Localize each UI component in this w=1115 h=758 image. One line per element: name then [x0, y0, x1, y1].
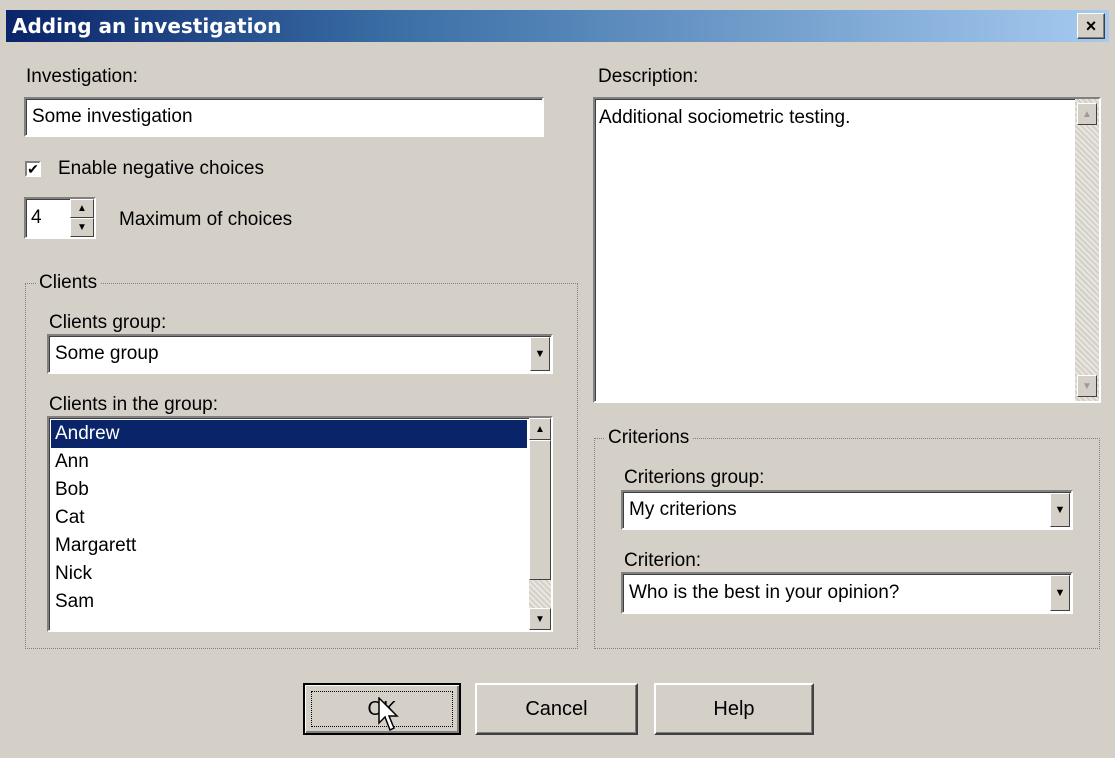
criterion-value: Who is the best in your opinion? [629, 582, 900, 603]
scroll-up-button[interactable]: ▲ [1077, 103, 1097, 125]
close-button[interactable]: × [1077, 13, 1105, 39]
list-item-bob[interactable]: Bob [51, 476, 527, 504]
scroll-up-button[interactable]: ▲ [529, 418, 551, 440]
description-label: Description: [598, 66, 699, 87]
dropdown-button[interactable]: ▼ [530, 337, 550, 371]
arrow-up-icon: ▲ [77, 203, 87, 214]
dropdown-button[interactable]: ▼ [1050, 575, 1070, 611]
dropdown-button[interactable]: ▼ [1050, 493, 1070, 527]
arrow-up-icon: ▲ [1082, 108, 1092, 120]
dialog-window: Adding an investigation × Investigation:… [0, 0, 1115, 758]
arrow-up-icon: ▲ [535, 423, 545, 435]
spin-up-button[interactable]: ▲ [70, 199, 94, 218]
checkmark-icon: ✔ [27, 161, 39, 177]
clients-scrollbar[interactable]: ▲ ▼ [529, 418, 551, 630]
clients-listbox[interactable]: Andrew Ann Bob Cat Margarett Nick Sam ▲ … [47, 416, 553, 632]
criterions-group-title: Criterions [605, 427, 693, 449]
list-item-andrew[interactable]: Andrew [51, 420, 527, 448]
clients-group-label: Clients group: [49, 312, 167, 333]
criterions-group-dropdown[interactable]: My criterions ▼ [621, 490, 1073, 530]
criterions-group-value: My criterions [629, 499, 737, 520]
scroll-thumb[interactable] [529, 440, 551, 580]
list-item-ann[interactable]: Ann [51, 448, 527, 476]
list-item-nick[interactable]: Nick [51, 560, 527, 588]
spin-down-button[interactable]: ▼ [70, 218, 94, 237]
description-value: Additional sociometric testing. [599, 107, 851, 128]
list-item-cat[interactable]: Cat [51, 504, 527, 532]
help-button-label: Help [713, 697, 755, 720]
clients-list-label: Clients in the group: [49, 394, 218, 415]
criterion-dropdown[interactable]: Who is the best in your opinion? ▼ [621, 572, 1073, 614]
criterions-group-label: Criterions group: [624, 467, 765, 488]
close-icon: × [1085, 15, 1097, 36]
cancel-button-label: Cancel [525, 697, 588, 720]
description-textarea[interactable]: Additional sociometric testing. ▲ ▼ [593, 97, 1101, 403]
list-item-sam[interactable]: Sam [51, 588, 527, 616]
negative-choices-checkbox[interactable]: ✔ [25, 161, 41, 177]
cancel-button[interactable]: Cancel [475, 683, 638, 735]
clients-group-title: Clients [36, 272, 101, 294]
max-choices-value: 4 [31, 207, 42, 228]
arrow-down-icon: ▼ [77, 222, 87, 233]
clients-group-value: Some group [55, 343, 159, 364]
title-bar[interactable]: Adding an investigation × [6, 10, 1109, 42]
list-item-margarett[interactable]: Margarett [51, 532, 527, 560]
chevron-down-icon: ▼ [1054, 504, 1066, 516]
investigation-input[interactable]: Some investigation [24, 97, 544, 137]
arrow-down-icon: ▼ [535, 613, 545, 625]
window-title: Adding an investigation [12, 14, 282, 38]
chevron-down-icon: ▼ [534, 348, 546, 360]
criterion-label: Criterion: [624, 550, 702, 571]
mouse-cursor-icon [378, 697, 399, 732]
negative-choices-label[interactable]: Enable negative choices [58, 158, 264, 180]
investigation-value: Some investigation [32, 106, 193, 127]
investigation-label: Investigation: [26, 66, 138, 87]
scroll-down-button[interactable]: ▼ [1077, 375, 1097, 397]
arrow-down-icon: ▼ [1082, 380, 1092, 392]
max-choices-spinner[interactable]: 4 ▲ ▼ [24, 197, 96, 239]
scroll-down-button[interactable]: ▼ [529, 608, 551, 630]
max-choices-label: Maximum of choices [119, 209, 293, 230]
help-button[interactable]: Help [654, 683, 814, 735]
clients-group-dropdown[interactable]: Some group ▼ [47, 334, 553, 374]
chevron-down-icon: ▼ [1054, 587, 1066, 599]
description-scrollbar[interactable]: ▲ ▼ [1075, 99, 1099, 401]
